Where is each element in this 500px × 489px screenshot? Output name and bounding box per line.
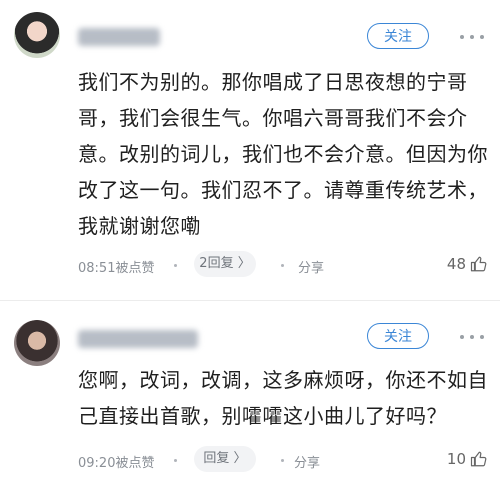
username-blurred[interactable] xyxy=(78,330,198,348)
more-options-icon[interactable] xyxy=(458,332,488,342)
separator-dot xyxy=(174,264,177,267)
comment-text: 我们不为别的。那你唱成了日思夜想的宁哥哥，我们会很生气。你唱六哥哥我们不会介意。… xyxy=(78,70,488,238)
follow-button[interactable]: 关注 xyxy=(367,23,429,49)
share-button[interactable]: 分享 xyxy=(298,257,324,276)
comment-time: 09:20被点赞 xyxy=(78,456,155,471)
like-control[interactable]: 10 xyxy=(447,448,488,470)
follow-button[interactable]: 关注 xyxy=(367,323,429,349)
reply-button[interactable]: 2回复 〉 xyxy=(194,251,256,277)
more-options-icon[interactable] xyxy=(458,32,488,42)
comment-time: 08:51被点赞 xyxy=(78,261,155,276)
reply-button[interactable]: 回复 〉 xyxy=(194,446,256,472)
share-button[interactable]: 分享 xyxy=(294,452,320,471)
separator-dot xyxy=(281,264,284,267)
like-control[interactable]: 48 xyxy=(447,253,488,275)
separator-dot xyxy=(281,459,284,462)
thumbs-up-icon[interactable] xyxy=(470,450,488,468)
comment-item: 关注 您啊，改词，改调，这多麻烦呀，你还不如自己直接出首歌，别嚯嚯这小曲儿了好吗… xyxy=(0,300,500,489)
like-count: 10 xyxy=(446,450,466,468)
avatar[interactable] xyxy=(14,12,60,58)
username-blurred[interactable] xyxy=(78,28,160,46)
comment-item: 关注 我们不为别的。那你唱成了日思夜想的宁哥哥，我们会很生气。你唱六哥哥我们不会… xyxy=(0,0,500,300)
like-count: 48 xyxy=(446,255,466,273)
comment-text: 您啊，改词，改调，这多麻烦呀，你还不如自己直接出首歌，别嚯嚯这小曲儿了好吗？ xyxy=(78,368,488,428)
avatar[interactable] xyxy=(14,320,60,366)
thumbs-up-icon[interactable] xyxy=(470,255,488,273)
separator-dot xyxy=(174,459,177,462)
